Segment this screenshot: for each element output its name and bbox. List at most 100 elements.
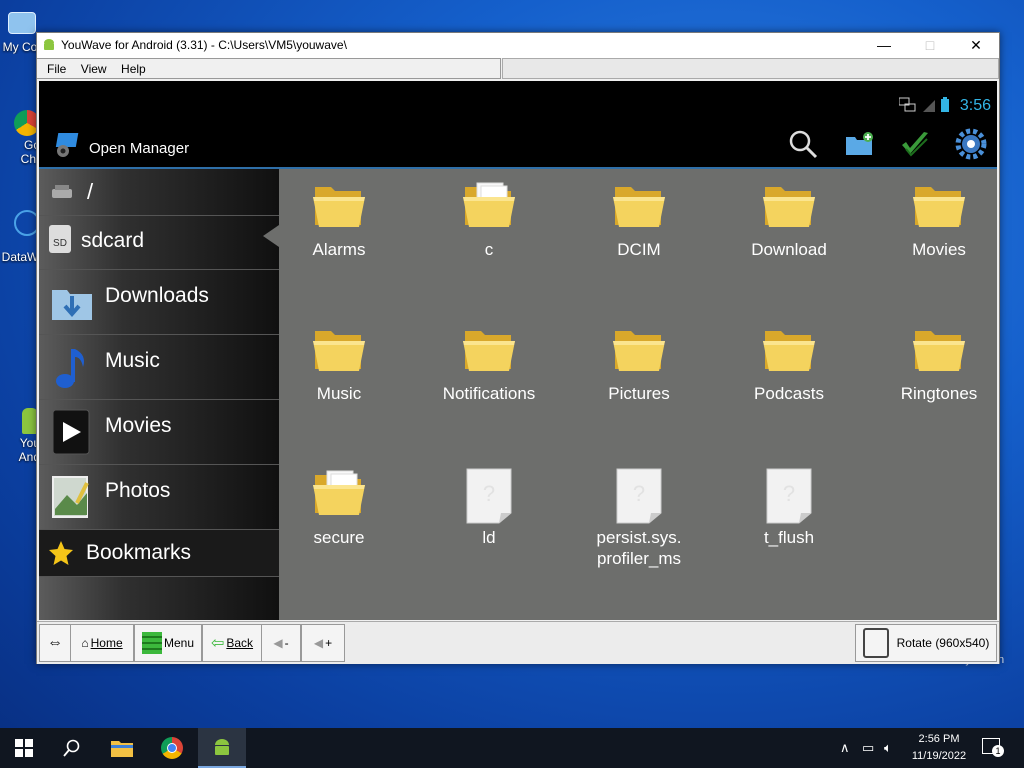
star-icon — [49, 541, 73, 565]
file-tile[interactable]: DCIM — [564, 169, 714, 299]
file-name: Podcasts — [754, 384, 824, 403]
file-name: Notifications — [442, 384, 536, 403]
file-tile[interactable]: Podcasts — [714, 313, 864, 443]
file-explorer-button[interactable] — [98, 728, 146, 768]
sidebar-sdcard-label: sdcard — [81, 229, 145, 252]
file-tile[interactable]: c — [414, 169, 564, 299]
folder-icon — [763, 331, 815, 371]
expand-toggle-button[interactable]: ⇔ — [39, 624, 71, 662]
menu-bar: File View Help — [37, 58, 501, 79]
notification-count: 1 — [992, 745, 1004, 757]
back-button[interactable]: ⇦ Back — [202, 624, 262, 662]
file-name: Alarms — [312, 240, 366, 259]
sidebar-item-bookmarks[interactable]: Bookmarks — [39, 530, 279, 577]
tray-clock[interactable]: 2:56 PM 11/19/2022 — [906, 731, 972, 765]
file-icon: ? — [466, 468, 512, 524]
sidebar-item-photos[interactable]: Photos — [39, 465, 279, 530]
sidebar-movies-label: Movies — [105, 414, 172, 437]
android-clock: 3:56 — [959, 97, 991, 114]
file-tile[interactable]: Alarms — [264, 169, 414, 299]
volume-icon[interactable]: 🔈︎ — [884, 740, 892, 756]
window-title: YouWave for Android (3.31) - C:\Users\VM… — [61, 38, 347, 52]
file-tile[interactable]: Pictures — [564, 313, 714, 443]
chrome-button[interactable] — [148, 728, 196, 768]
network-icon[interactable]: ▭ — [862, 740, 874, 756]
folder-icon — [613, 187, 665, 227]
rotate-label: Rotate (960x540) — [896, 636, 990, 650]
file-tile[interactable]: secure — [264, 457, 414, 587]
desktop-icon-label-2: And — [18, 450, 40, 464]
tray-chevron-up-icon[interactable]: ∧ — [840, 740, 850, 756]
back-arrow-icon: ⇦ — [210, 635, 225, 652]
rotate-button[interactable]: Rotate (960x540) — [855, 624, 997, 662]
taskbar: ∧ ▭ 🔈︎ 2:56 PM 11/19/2022 1 — [0, 728, 1024, 768]
sd-card-icon: SD — [49, 225, 71, 253]
menu-label: Menu — [163, 636, 195, 650]
volume-up-button[interactable]: ◀ + — [301, 624, 345, 662]
sidebar-item-movies[interactable]: Movies — [39, 400, 279, 465]
android-status-bar: 3:56 — [39, 81, 997, 119]
youwave-taskbar-button[interactable] — [198, 728, 246, 768]
file-name: secure — [313, 528, 365, 547]
menu-button[interactable]: Menu — [134, 624, 202, 662]
multi-select-check-icon[interactable] — [897, 127, 933, 161]
file-name: persist.sys. profiler_ms — [596, 528, 682, 568]
file-tile[interactable]: ? persist.sys. profiler_ms — [564, 457, 714, 587]
file-name: ld — [482, 528, 496, 547]
sidebar-downloads-label: Downloads — [105, 284, 209, 307]
svg-text:?: ? — [483, 481, 495, 506]
search-button[interactable] — [48, 728, 96, 768]
menu-file[interactable]: File — [47, 62, 66, 76]
desktop-icon-my-computer[interactable]: My Co — [0, 10, 40, 54]
volume-up-label: + — [325, 636, 333, 650]
monitor-icon — [8, 12, 36, 34]
file-tile[interactable]: Music — [264, 313, 414, 443]
search-icon[interactable] — [785, 127, 821, 161]
file-tile[interactable]: ? ld — [414, 457, 564, 587]
new-folder-icon[interactable] — [841, 127, 877, 161]
open-manager-logo-icon[interactable] — [53, 129, 83, 159]
file-tile[interactable]: Notifications — [414, 313, 564, 443]
file-tile[interactable]: ? t_flush — [714, 457, 864, 587]
sidebar: / SD sdcard Downloads Music Movies Photo… — [39, 169, 279, 620]
file-name: DCIM — [617, 240, 661, 259]
action-bar: Open Manager — [39, 119, 997, 169]
desktop-icon-datawrapper[interactable]: DataW — [0, 210, 40, 264]
android-screen[interactable]: 3:56 Open Manager / SD sdcard Downloads … — [39, 81, 997, 620]
maximize-button[interactable]: □ — [907, 33, 953, 58]
status-icons — [898, 96, 957, 119]
speaker-loud-icon: ◀ — [313, 636, 324, 650]
start-button[interactable] — [0, 728, 48, 768]
downloads-folder-icon — [52, 290, 92, 320]
file-tile[interactable]: Ringtones — [864, 313, 997, 443]
file-tile[interactable]: Movies — [864, 169, 997, 299]
home-button[interactable]: ⌂ Home — [70, 624, 134, 662]
sidebar-item-music[interactable]: Music — [39, 335, 279, 400]
file-name: c — [484, 240, 494, 259]
sidebar-bookmarks-label: Bookmarks — [86, 541, 192, 564]
menu-view[interactable]: View — [81, 62, 107, 76]
menu-bar-spacer — [502, 58, 999, 79]
svg-text:?: ? — [633, 481, 645, 506]
volume-down-button[interactable]: ◀ - — [261, 624, 301, 662]
folder-icon — [763, 187, 815, 227]
youwave-window: YouWave for Android (3.31) - C:\Users\VM… — [36, 32, 1000, 664]
file-tile[interactable]: Download — [714, 169, 864, 299]
sidebar-item-sdcard[interactable]: SD sdcard — [39, 215, 279, 270]
desktop-icon-youwave[interactable]: You And — [0, 408, 40, 464]
title-bar[interactable]: YouWave for Android (3.31) - C:\Users\VM… — [37, 33, 999, 58]
folder-icon — [313, 470, 365, 515]
notification-center-icon[interactable]: 1 — [982, 738, 1004, 757]
close-button[interactable]: ✕ — [953, 33, 999, 58]
rotate-device-icon — [862, 628, 889, 658]
windows-logo-icon — [15, 739, 33, 757]
menu-help[interactable]: Help — [121, 62, 146, 76]
sidebar-root-label: / — [87, 179, 94, 204]
sidebar-item-root[interactable]: / — [39, 169, 279, 216]
emulator-toolbar: ⇔ ⌂ Home Menu ⇦ Back ◀ - ◀ + Rotate (960… — [37, 621, 999, 664]
settings-gear-icon[interactable] — [953, 127, 989, 161]
minimize-button[interactable]: — — [861, 33, 907, 58]
tray-time: 2:56 PM — [918, 733, 960, 745]
desktop-icon-google-chrome[interactable]: Go Chr — [0, 110, 40, 166]
sidebar-item-downloads[interactable]: Downloads — [39, 270, 279, 335]
